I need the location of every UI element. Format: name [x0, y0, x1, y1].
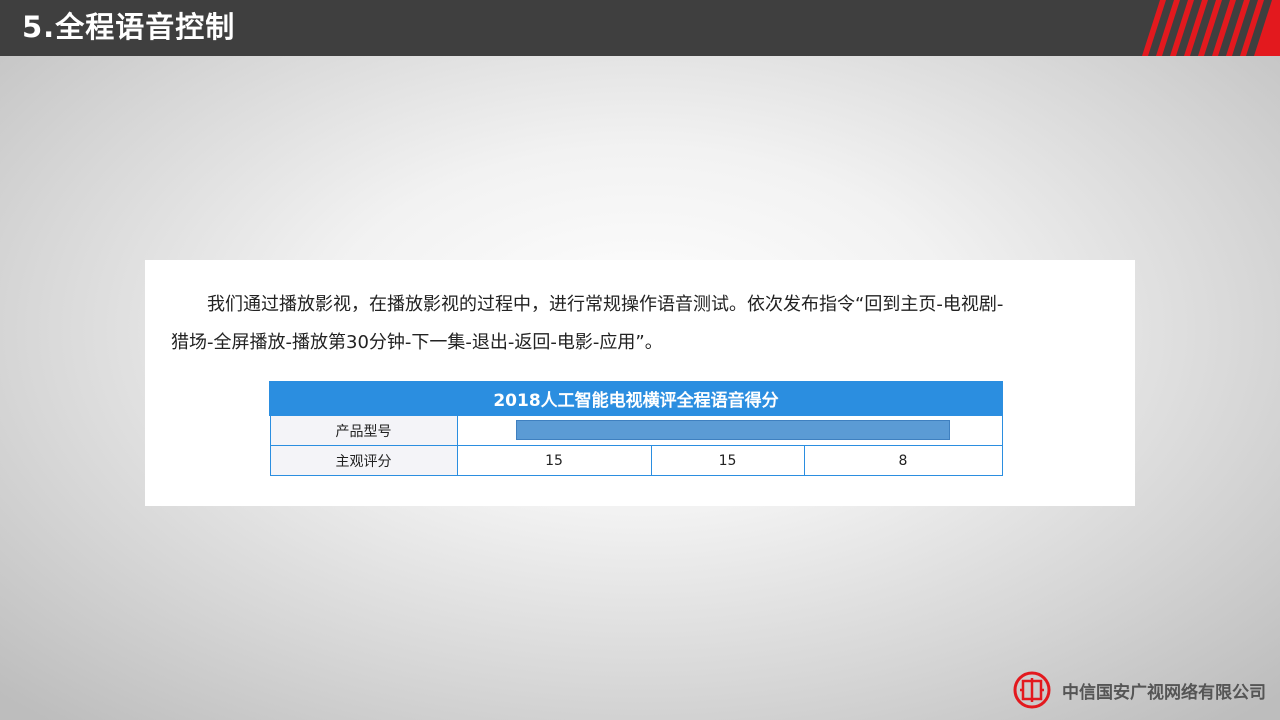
slide-header: 5.全程语音控制 [0, 0, 1280, 56]
company-name: 中信国安广视网络有限公司 [1062, 682, 1266, 703]
redacted-model-names [515, 420, 950, 440]
footer-branding: 中信国安广视网络有限公司 [1012, 670, 1266, 710]
model-label-cell: 产品型号 [269, 414, 458, 446]
citic-logo-icon [1013, 671, 1051, 709]
model-names-cell [456, 414, 1003, 446]
paragraph-line-2: 猎场-全屏播放-播放第30分钟-下一集-退出-返回-电影-应用”。 [171, 332, 663, 353]
table-title: 2018人工智能电视横评全程语音得分 [269, 381, 1003, 416]
red-stripes-decoration [1142, 0, 1280, 56]
description-paragraph: 我们通过播放影视，在播放影视的过程中，进行常规操作语音测试。依次发布指令“回到主… [171, 286, 1101, 362]
table-title-row: 2018人工智能电视横评全程语音得分 [269, 381, 1003, 416]
slide-title: 5.全程语音控制 [22, 10, 236, 44]
paragraph-line-1: 我们通过播放影视，在播放影视的过程中，进行常规操作语音测试。依次发布指令“回到主… [207, 294, 1004, 315]
score-label-cell: 主观评分 [269, 445, 458, 476]
score-cell: 8 [803, 445, 1003, 476]
score-cell: 15 [650, 445, 805, 476]
table-row: 主观评分 15 15 8 [269, 445, 1003, 476]
voice-score-table: 2018人工智能电视横评全程语音得分 产品型号 主观评分 15 15 8 [269, 381, 1003, 476]
table-row: 产品型号 [269, 414, 1003, 446]
content-card: 我们通过播放影视，在播放影视的过程中，进行常规操作语音测试。依次发布指令“回到主… [145, 260, 1135, 506]
score-cell: 15 [456, 445, 652, 476]
